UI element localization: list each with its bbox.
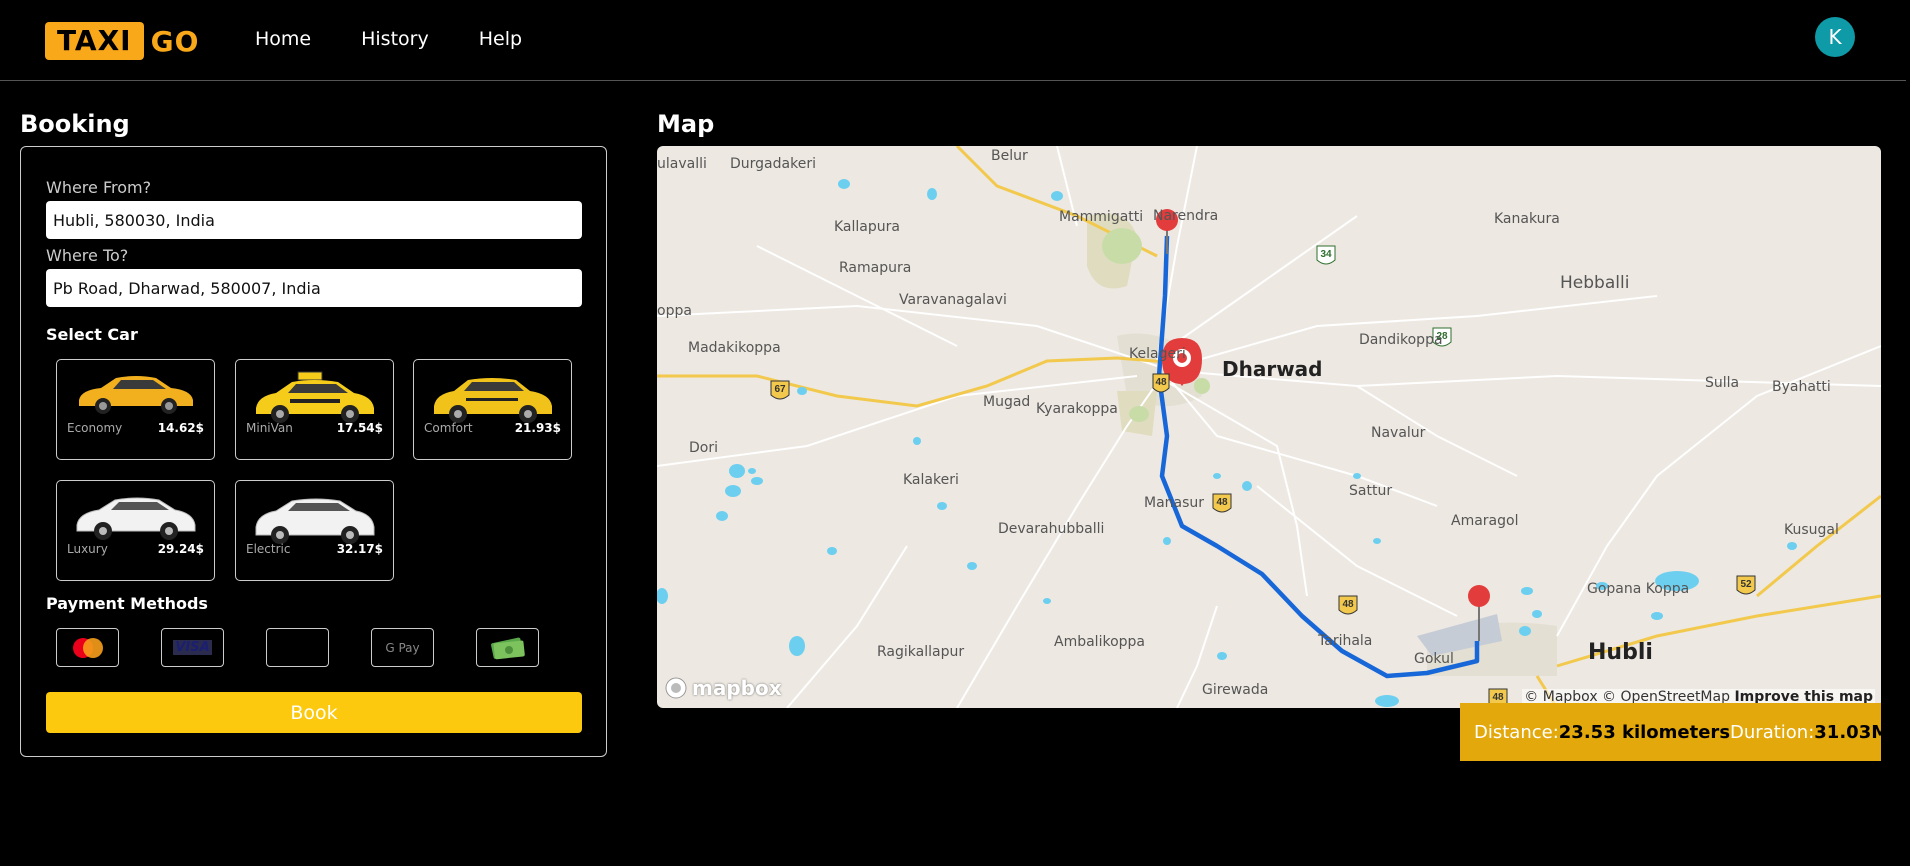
city-label: Dharwad (1222, 357, 1323, 381)
map-label: Belur (991, 148, 1028, 164)
car-price: 14.62$ (157, 421, 204, 435)
map-label: Durgadakeri (730, 156, 816, 172)
car-name: MiniVan (246, 421, 293, 435)
city-label: Hubli (1588, 640, 1653, 665)
map-label: Manasur (1144, 495, 1205, 511)
car-name: Comfort (424, 421, 473, 435)
map-label: Amaragol (1451, 513, 1519, 529)
car-name: Economy (67, 421, 123, 435)
distance-value: 23.53 kilometers (1558, 721, 1731, 743)
book-button[interactable]: Book (46, 692, 582, 733)
cash-icon (490, 637, 525, 659)
car-option-minivan[interactable]: MiniVan 17.54$ (235, 359, 394, 460)
map-label: Kyarakoppa (1036, 401, 1118, 417)
payment-methods-label: Payment Methods (46, 594, 208, 613)
map-label: Kanakura (1494, 211, 1560, 227)
car-price: 29.24$ (157, 542, 204, 556)
electric-car-icon (255, 498, 375, 544)
map-label: Mugad (983, 394, 1031, 410)
map-label: ulavalli (657, 156, 707, 172)
logo-taxi: TAXI (45, 22, 144, 60)
car-name: Electric (246, 542, 291, 556)
map-label: Hebballi (1560, 273, 1630, 293)
map-label: Ambalikoppa (1054, 634, 1145, 650)
luxury-car-icon (76, 497, 196, 540)
svg-text:48: 48 (1155, 377, 1167, 388)
nav-history[interactable]: History (361, 28, 429, 50)
map-label: Sulla (1705, 375, 1740, 391)
pay-mastercard[interactable] (56, 628, 119, 667)
main-nav: Home History Help (255, 28, 522, 50)
car-name: Luxury (67, 542, 108, 556)
from-label: Where From? (46, 178, 152, 197)
pay-google-pay[interactable]: G Pay (371, 628, 434, 667)
map-label: Kallapura (834, 219, 900, 235)
map-label: Byahatti (1772, 379, 1831, 395)
map-label: Sattur (1349, 483, 1393, 499)
map-label: oppa (657, 303, 692, 319)
distance-label: Distance: (1474, 721, 1559, 743)
svg-text:34: 34 (1320, 249, 1332, 260)
pay-blank[interactable] (266, 628, 329, 667)
map-label: Gokul (1414, 651, 1454, 667)
map-label: Madakikoppa (688, 340, 781, 356)
car-price: 21.93$ (514, 421, 561, 435)
map-label: Narendra (1153, 208, 1219, 224)
duration-label: Duration: (1730, 721, 1815, 743)
to-label: Where To? (46, 246, 129, 265)
map-label: Ramapura (839, 260, 912, 276)
map-label: Mammigatti (1059, 209, 1144, 225)
map-label: Kalakeri (903, 472, 959, 488)
car-price: 32.17$ (336, 542, 383, 556)
booking-title: Booking (20, 110, 130, 138)
map-label: Girewada (1202, 682, 1269, 698)
pay-cash[interactable] (476, 628, 539, 667)
map-label: Kusugal (1784, 522, 1839, 538)
booking-panel: Where From? Where To? Select Car Economy… (20, 146, 607, 757)
top-header: TAXI GO Home History Help K (0, 0, 1906, 81)
app-logo[interactable]: TAXI GO (45, 21, 199, 61)
map-label: Ragikallapur (877, 644, 965, 660)
mapbox-logo-text: mapbox (692, 676, 782, 700)
car-option-luxury[interactable]: Luxury 29.24$ (56, 480, 215, 581)
map-label: Dori (689, 440, 718, 456)
map-label: Devarahubballi (998, 521, 1105, 537)
map-label: Dandikoppa (1359, 332, 1443, 348)
mapbox-icon (665, 677, 687, 699)
duration-value: 31.03Min (1814, 721, 1909, 743)
economy-car-icon (79, 376, 193, 414)
car-option-electric[interactable]: Electric 32.17$ (235, 480, 394, 581)
from-input[interactable] (46, 201, 582, 239)
google-pay-icon: G Pay (385, 640, 420, 655)
map-view[interactable]: 34 28 67 48 48 48 52 48 ulavalli Durgada… (657, 146, 1881, 708)
map-label: Varavanagalavi (899, 292, 1007, 308)
select-car-label: Select Car (46, 325, 138, 344)
mapbox-logo[interactable]: mapbox (665, 676, 782, 700)
map-label: Navalur (1371, 425, 1426, 441)
map-label: Gopana Koppa (1587, 581, 1690, 597)
car-option-comfort[interactable]: Comfort 21.93$ (413, 359, 572, 460)
map-label: Tarihala (1318, 633, 1373, 649)
pay-visa[interactable]: VISA (161, 628, 224, 667)
map-label: Kelageri (1129, 346, 1186, 362)
svg-text:48: 48 (1342, 599, 1354, 610)
car-price: 17.54$ (336, 421, 383, 435)
svg-text:48: 48 (1492, 692, 1504, 703)
logo-go: GO (150, 24, 200, 58)
svg-text:52: 52 (1740, 579, 1752, 590)
nav-help[interactable]: Help (479, 28, 522, 50)
minivan-car-icon (256, 371, 374, 423)
to-input[interactable] (46, 269, 582, 307)
svg-text:48: 48 (1216, 497, 1228, 508)
visa-icon: VISA (173, 640, 212, 655)
mastercard-icon (72, 637, 103, 658)
user-avatar[interactable]: K (1815, 17, 1855, 57)
trip-info-bar: Distance: 23.53 kilometers Duration: 31.… (1460, 703, 1908, 761)
car-option-economy[interactable]: Economy 14.62$ (56, 359, 215, 460)
map-title: Map (657, 110, 715, 138)
comfort-car-icon (434, 378, 552, 423)
nav-home[interactable]: Home (255, 28, 311, 50)
svg-text:67: 67 (774, 384, 786, 395)
